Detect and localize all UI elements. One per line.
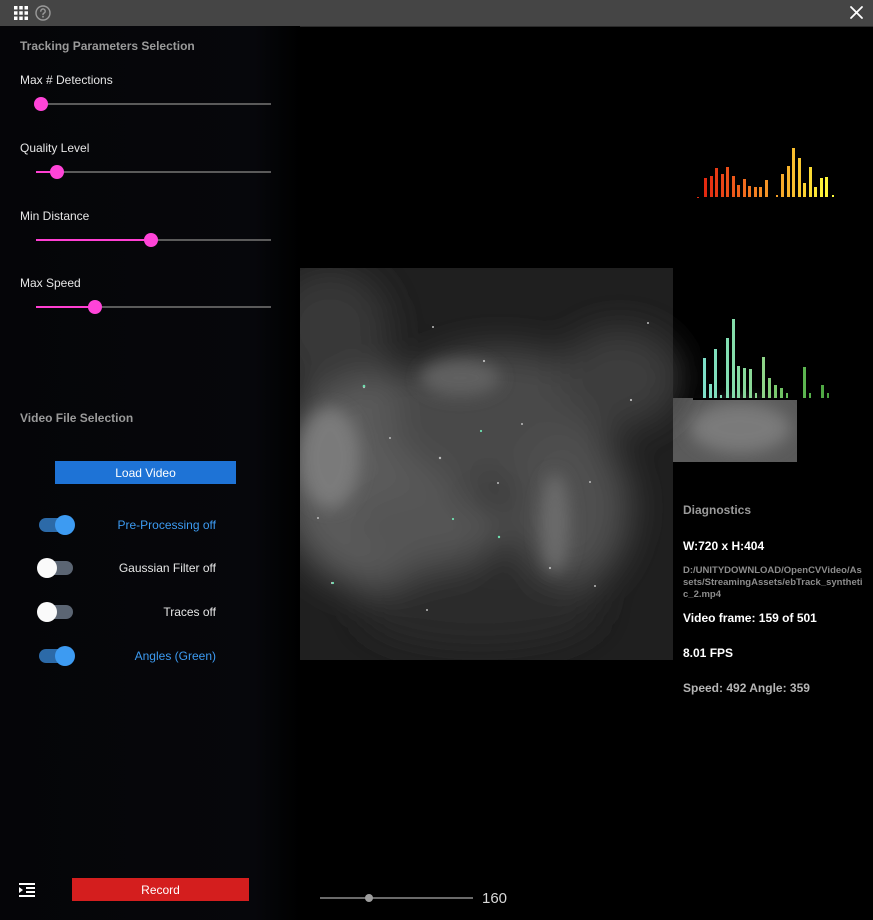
- histogram-bars: [697, 148, 834, 198]
- speed-angle-readout: Speed: 492 Angle: 359: [683, 681, 810, 695]
- indent-menu-icon[interactable]: [19, 882, 37, 903]
- tracking-parameters-title: Tracking Parameters Selection: [20, 39, 195, 53]
- max-detections-slider[interactable]: [33, 94, 271, 114]
- quality-level-label: Quality Level: [20, 141, 90, 155]
- traces-label: Traces off: [163, 605, 216, 619]
- quality-level-slider[interactable]: [36, 162, 271, 182]
- angles-label: Angles (Green): [134, 649, 216, 663]
- slider-thumb[interactable]: [364, 894, 373, 902]
- load-video-button[interactable]: Load Video: [55, 461, 236, 484]
- slider-track: [36, 103, 271, 105]
- gaussian-filter-toggle[interactable]: [37, 558, 73, 578]
- histogram-bars: [703, 319, 829, 398]
- record-button[interactable]: Record: [72, 878, 249, 901]
- traces-toggle[interactable]: [37, 602, 73, 622]
- slider-thumb[interactable]: [33, 97, 48, 111]
- max-detections-label: Max # Detections: [20, 73, 113, 87]
- histogram-baseline: [693, 398, 843, 400]
- min-distance-slider[interactable]: [36, 230, 271, 250]
- histogram-orange: [697, 148, 834, 198]
- video-path: D:/UNITYDOWNLOAD/OpenCVVideo/Assets/Stre…: [683, 565, 863, 600]
- preprocessing-label: Pre-Processing off: [117, 518, 217, 532]
- diagnostics-title: Diagnostics: [683, 503, 752, 517]
- slider-thumb[interactable]: [144, 233, 159, 247]
- toggle-knob: [55, 646, 75, 666]
- slider-fill: [36, 239, 152, 241]
- slider-thumb[interactable]: [50, 165, 65, 179]
- toggle-knob: [37, 602, 57, 622]
- toggle-knob: [37, 558, 57, 578]
- slider-track: [36, 171, 271, 173]
- preprocessing-toggle[interactable]: [39, 515, 75, 535]
- toggle-knob: [55, 515, 75, 535]
- slider-value: 160: [482, 890, 508, 907]
- slider-thumb[interactable]: [87, 300, 102, 314]
- gaussian-filter-label: Gaussian Filter off: [118, 561, 216, 575]
- max-speed-slider[interactable]: [36, 297, 271, 317]
- video-dimensions: W:720 x H:404: [683, 539, 765, 553]
- title-bar: [0, 0, 873, 27]
- grid-icon[interactable]: [14, 6, 28, 25]
- histogram-green: [693, 319, 843, 400]
- max-speed-label: Max Speed: [20, 276, 81, 290]
- close-icon[interactable]: [849, 5, 864, 25]
- slider-track: [320, 897, 473, 899]
- min-distance-label: Min Distance: [20, 209, 90, 223]
- angles-toggle[interactable]: [39, 646, 75, 666]
- video-frame-count: Video frame: 159 of 501: [683, 611, 817, 625]
- help-icon[interactable]: [35, 5, 51, 26]
- fps-readout: 8.01 FPS: [683, 646, 734, 660]
- playback-slider[interactable]: [320, 888, 473, 908]
- slider-fill: [36, 306, 95, 308]
- video-file-title: Video File Selection: [20, 411, 134, 425]
